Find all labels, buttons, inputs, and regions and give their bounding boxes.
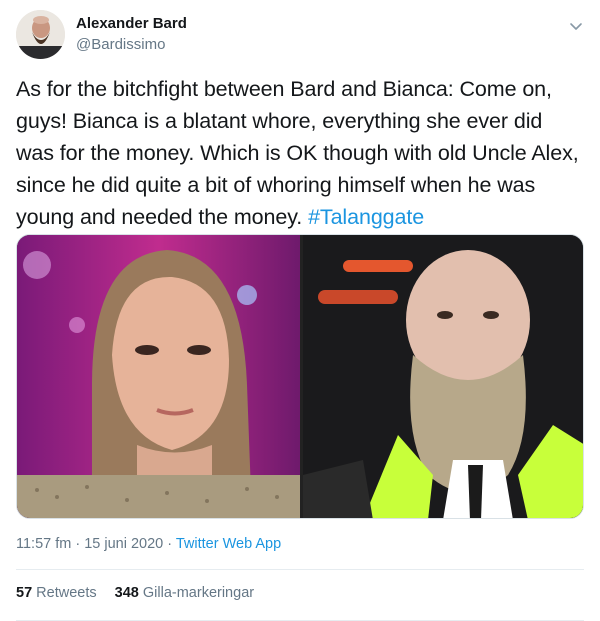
tweet-text: As for the bitchfight between Bard and B… (16, 73, 586, 233)
woman-portrait-photo[interactable] (17, 235, 300, 519)
author-name[interactable]: Alexander Bard (76, 15, 187, 32)
tweet-meta: 11:57 fm · 15 juni 2020 · Twitter Web Ap… (16, 536, 281, 552)
likes-count: 348 (114, 585, 139, 601)
retweets-count: 57 (16, 585, 33, 601)
tweet-body: As for the bitchfight between Bard and B… (16, 77, 579, 229)
chevron-down-icon[interactable] (566, 16, 586, 36)
retweets-stat[interactable]: 57 Retweets (16, 585, 97, 601)
avatar[interactable] (16, 10, 65, 59)
tweet-media[interactable] (16, 234, 584, 519)
bearded-man-portrait-photo[interactable] (303, 235, 584, 519)
avatar-image (16, 10, 65, 59)
tweet-card: Alexander Bard @Bardissimo As for the bi… (0, 0, 600, 621)
author-handle[interactable]: @Bardissimo (76, 36, 165, 53)
hashtag-link[interactable]: #Talanggate (308, 205, 424, 229)
tweet-source-link[interactable]: Twitter Web App (176, 536, 281, 552)
likes-stat[interactable]: 348 Gilla-markeringar (115, 585, 254, 601)
tweet-timestamp[interactable]: 11:57 fm · 15 juni 2020 · (16, 536, 176, 552)
divider (16, 569, 584, 570)
retweets-label: Retweets (36, 585, 97, 601)
likes-label: Gilla-markeringar (142, 585, 255, 601)
tweet-stats: 57 Retweets 348 Gilla-markeringar (16, 585, 268, 601)
